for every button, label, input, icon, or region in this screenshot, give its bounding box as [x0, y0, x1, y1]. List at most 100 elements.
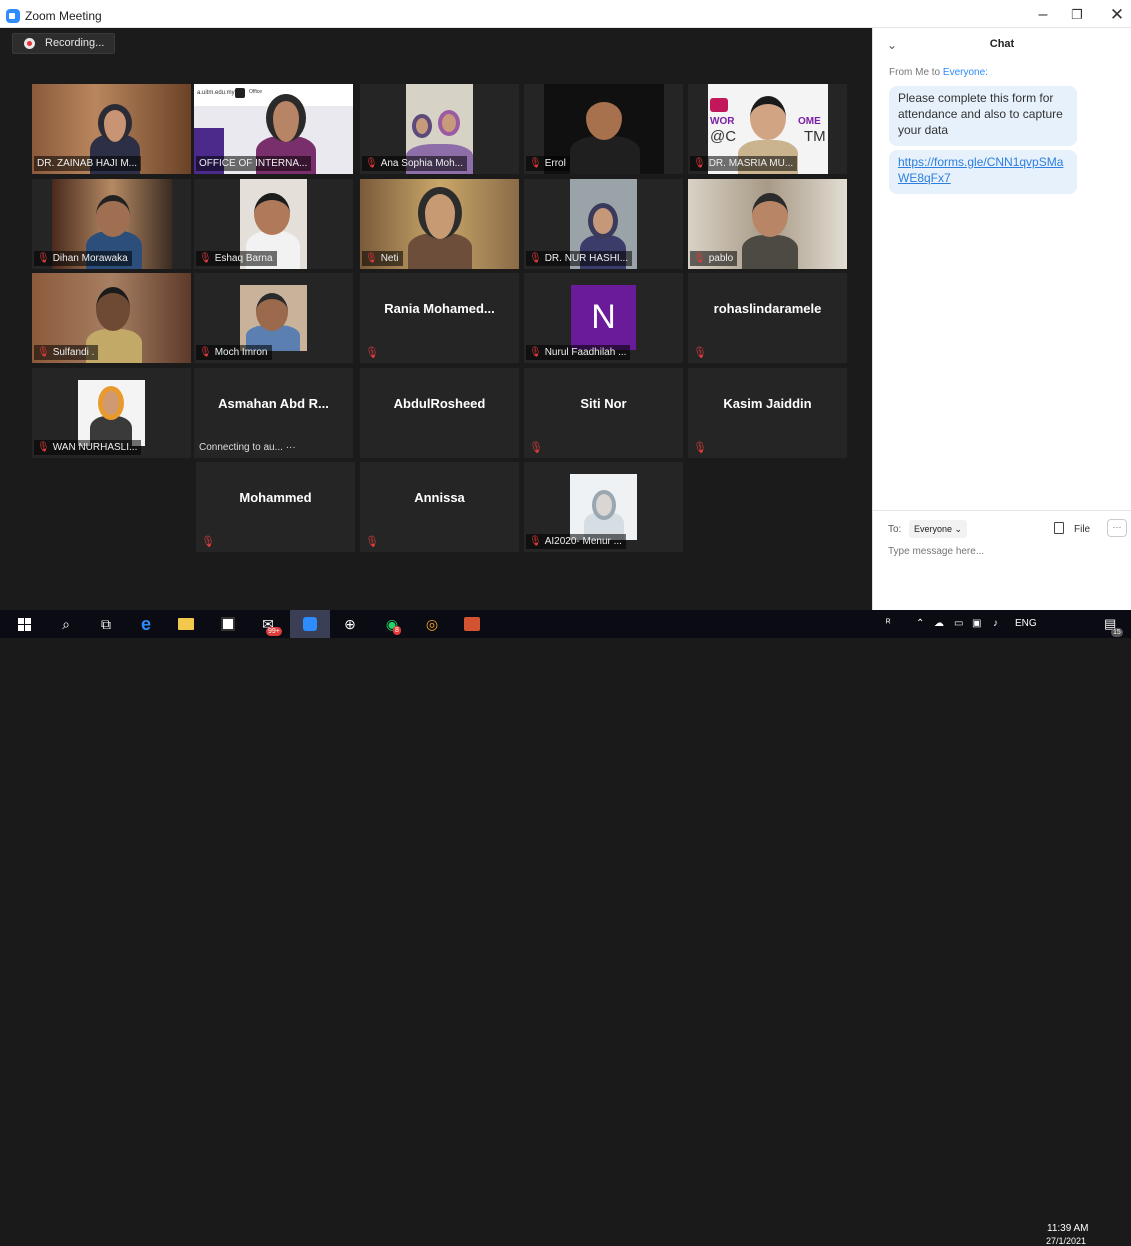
video-tile[interactable]: N 🎙 Nurul Faadhilah ... — [524, 273, 683, 363]
form-link[interactable]: https://forms.gle/CNN1qvpSMaWE8qFx7 — [898, 155, 1063, 185]
volume-icon[interactable]: ♪ — [993, 618, 998, 629]
video-tile[interactable]: AbdulRosheed — [360, 368, 519, 458]
video-tile[interactable]: 🎙 pablo — [688, 179, 847, 269]
meeting-gallery: Recording... DR. ZAINAB HAJI M... a.uitm… — [0, 28, 872, 610]
chat-message-link: https://forms.gle/CNN1qvpSMaWE8qFx7 — [889, 150, 1077, 194]
video-tile[interactable]: 🎙 Moch Imron — [194, 273, 353, 363]
globe-icon[interactable]: ⊕ — [340, 614, 360, 634]
chat-sender-line: From Me to Everyone: — [889, 67, 988, 78]
participant-name-label: 🎙 Neti — [362, 251, 403, 266]
video-tile[interactable]: Kasim Jaiddin 🎙 — [688, 368, 847, 458]
record-icon — [24, 38, 35, 49]
participant-name-label: 🎙 pablo — [690, 251, 738, 266]
video-tile[interactable]: Siti Nor 🎙 — [524, 368, 683, 458]
cloud-icon[interactable]: ☁ — [934, 618, 944, 629]
video-tile[interactable]: 🎙 Eshaq Barna — [194, 179, 353, 269]
participant-name: Rania Mohamed... — [384, 301, 495, 316]
windows-start-icon[interactable] — [14, 614, 34, 634]
notification-badge: 99+ — [266, 627, 282, 636]
edge-browser-icon[interactable]: e — [136, 614, 156, 634]
maximize-button[interactable]: ❐ — [1060, 4, 1094, 26]
recording-indicator[interactable]: Recording... — [12, 33, 115, 54]
video-tile[interactable]: 🎙 Neti — [360, 179, 519, 269]
connecting-audio-status: Connecting to au... ··· — [199, 442, 296, 453]
search-icon[interactable]: ⌕ — [56, 614, 76, 634]
chrome-icon[interactable]: ◎ — [422, 614, 442, 634]
participant-name: Siti Nor — [580, 396, 627, 411]
chat-message-input[interactable] — [888, 546, 1118, 557]
participant-name-label: 🎙 DR. MASRIA MU... — [690, 156, 798, 171]
muted-mic-icon: 🎙 — [37, 347, 50, 358]
video-tile[interactable]: 🎙 DR. NUR HASHI... — [524, 179, 683, 269]
file-button[interactable]: File — [1074, 524, 1090, 535]
more-options-button[interactable]: ··· — [1107, 519, 1127, 537]
video-tile[interactable]: Rania Mohamed... 🎙 — [360, 273, 519, 363]
minimize-button[interactable]: – — [1026, 4, 1060, 26]
window-title: Zoom Meeting — [25, 9, 102, 23]
recipient-dropdown[interactable]: Everyone ⌄ — [909, 520, 968, 538]
clock-time[interactable]: 11:39 AM — [1047, 1223, 1089, 1234]
task-view-icon[interactable]: ⧉ — [96, 614, 116, 634]
video-tile[interactable]: 🎙 Sulfandi . — [32, 273, 191, 363]
participant-name: Mohammed — [239, 490, 312, 505]
windows-taskbar: ⌕ ⧉ e ✉ 99+ ⊕ ◉ 8 ◎ ᴿ ⌃ ☁ ▭ ▣ ♪ ENG 11:3… — [0, 610, 1131, 1246]
video-tile[interactable]: 🎙 Dihan Morawaka — [32, 179, 191, 269]
participant-name-label: 🎙 AI2020- Menur ... — [526, 534, 626, 549]
video-tile[interactable]: DR. ZAINAB HAJI M... — [32, 84, 191, 174]
muted-mic-icon: 🎙 — [693, 158, 706, 169]
video-tile[interactable]: WOR OME @C TM 🎙 DR. MASRIA MU... — [688, 84, 847, 174]
muted-mic-icon: 🎙 — [693, 253, 706, 264]
language-indicator[interactable]: ENG — [1015, 618, 1037, 629]
battery-icon[interactable]: ▭ — [954, 618, 963, 629]
muted-mic-icon: 🎙 — [37, 253, 50, 264]
close-button[interactable]: ✕ — [1100, 4, 1131, 26]
video-tile[interactable]: 🎙 Errol — [524, 84, 683, 174]
chat-divider — [873, 510, 1131, 511]
people-icon[interactable]: ᴿ — [886, 618, 891, 629]
chevron-up-icon[interactable]: ⌃ — [916, 618, 924, 629]
powerpoint-icon[interactable] — [462, 614, 482, 634]
participant-name-label: OFFICE OF INTERNA... — [196, 156, 312, 171]
video-tile-active-speaker[interactable]: a.uitm.edu.my Office OFFICE OF INTERNA..… — [194, 84, 353, 174]
participant-name-label: 🎙 Nurul Faadhilah ... — [526, 345, 631, 360]
participant-name-label: 🎙 Sulfandi . — [34, 345, 99, 360]
chat-panel: ⌄ Chat From Me to Everyone: Please compl… — [872, 28, 1131, 610]
video-tile[interactable]: 🎙 AI2020- Menur ... — [524, 462, 683, 552]
zoom-taskbar-icon[interactable] — [290, 610, 330, 638]
muted-mic-icon: 🎙 — [693, 347, 707, 359]
video-tile[interactable]: 🎙 WAN NURHASLI... — [32, 368, 191, 458]
participant-name: Asmahan Abd R... — [218, 396, 329, 411]
muted-mic-icon: 🎙 — [529, 442, 543, 454]
file-icon[interactable] — [1054, 522, 1064, 534]
video-tile[interactable]: Asmahan Abd R... Connecting to au... ··· — [194, 368, 353, 458]
chat-title: Chat — [989, 38, 1015, 50]
video-feed — [78, 380, 145, 446]
muted-mic-icon: 🎙 — [365, 253, 378, 264]
muted-mic-icon: 🎙 — [365, 158, 378, 169]
video-tile[interactable]: rohaslindaramele 🎙 — [688, 273, 847, 363]
muted-mic-icon: 🎙 — [201, 536, 215, 548]
video-tile[interactable]: 🎙 Ana Sophia Moh... — [360, 84, 519, 174]
muted-mic-icon: 🎙 — [365, 536, 379, 548]
network-icon[interactable]: ▣ — [972, 618, 981, 629]
muted-mic-icon: 🎙 — [199, 253, 212, 264]
file-explorer-icon[interactable] — [176, 614, 196, 634]
participant-name: rohaslindaramele — [713, 301, 822, 316]
participant-name: Kasim Jaiddin — [723, 396, 812, 411]
participant-name-label: 🎙 Errol — [526, 156, 570, 171]
muted-mic-icon: 🎙 — [365, 347, 379, 359]
recipient-label: To: — [888, 524, 902, 535]
video-tile[interactable]: Mohammed 🎙 — [196, 462, 355, 552]
video-tile[interactable]: Annissa 🎙 — [360, 462, 519, 552]
participant-name: AbdulRosheed — [393, 396, 486, 411]
participant-name-label: 🎙 Dihan Morawaka — [34, 251, 132, 266]
clock-date[interactable]: 27/1/2021 — [1046, 1236, 1086, 1246]
muted-mic-icon: 🎙 — [37, 442, 50, 453]
video-feed — [240, 285, 307, 351]
zoom-app-icon — [6, 9, 20, 23]
participant-name-label: DR. ZAINAB HAJI M... — [34, 156, 142, 171]
muted-mic-icon: 🎙 — [529, 347, 542, 358]
participant-name-label: 🎙 WAN NURHASLI... — [34, 440, 142, 455]
muted-mic-icon: 🎙 — [693, 442, 707, 454]
store-icon[interactable] — [218, 614, 238, 634]
